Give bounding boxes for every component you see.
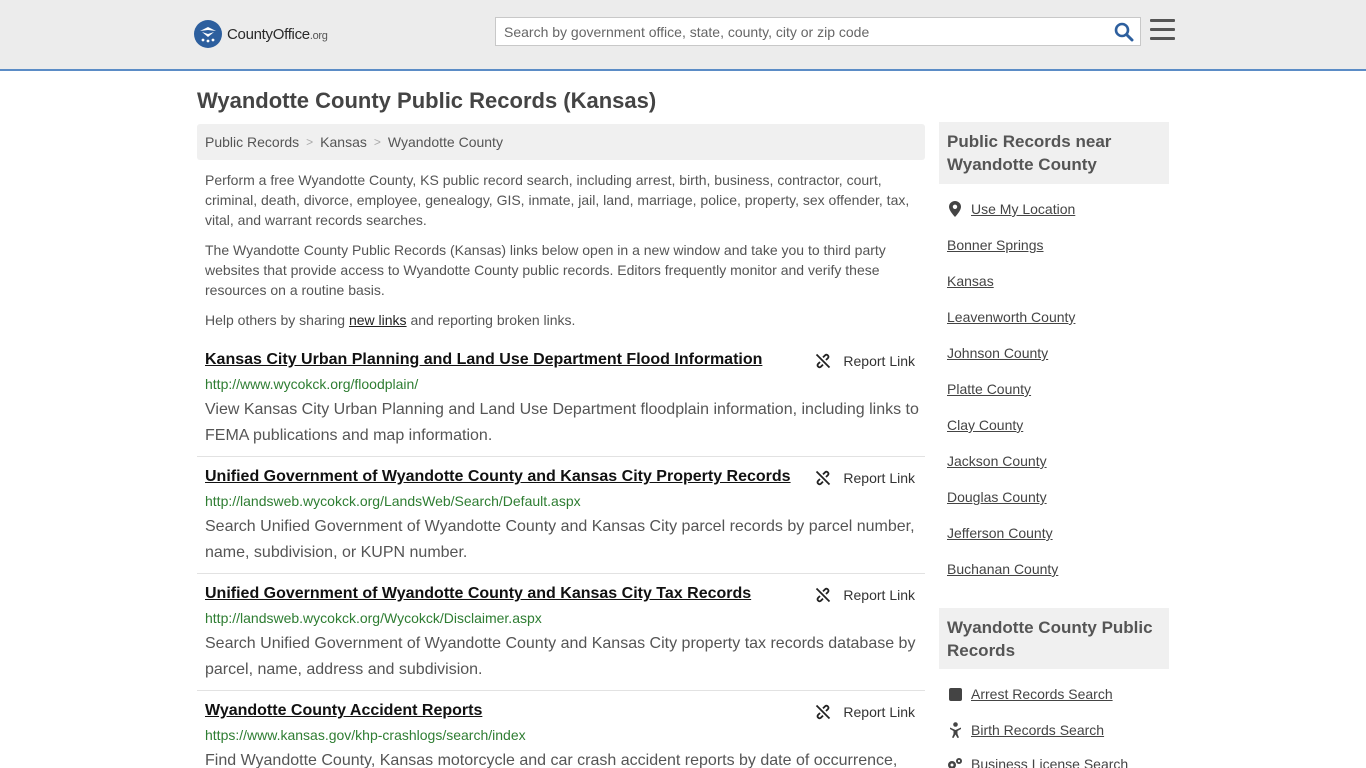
breadcrumb-public-records[interactable]: Public Records — [205, 134, 299, 150]
record-title-link[interactable]: Unified Government of Wyandotte County a… — [205, 468, 791, 486]
record-title-link[interactable]: Wyandotte County Accident Reports — [205, 702, 482, 720]
breadcrumb: Public Records > Kansas > Wyandotte Coun… — [197, 124, 925, 160]
intro-help-text: Help others by sharing — [205, 312, 349, 328]
use-my-location-link[interactable]: Use My Location — [947, 201, 1075, 217]
map-marker-icon — [947, 201, 963, 217]
record-description: View Kansas City Urban Planning and Land… — [205, 401, 919, 444]
logo-text: CountyOffice.org — [227, 26, 328, 43]
report-link-label: Report Link — [843, 353, 915, 369]
sidebar-nearby-link[interactable]: Jefferson County — [947, 525, 1053, 541]
site-logo[interactable]: CountyOffice.org — [194, 20, 328, 48]
breadcrumb-kansas[interactable]: Kansas — [320, 134, 367, 150]
sidebar-nearby-link[interactable]: Johnson County — [947, 345, 1048, 361]
broken-link-icon — [816, 587, 831, 603]
report-link-button[interactable]: Report Link — [815, 353, 915, 369]
record-title-link[interactable]: Unified Government of Wyandotte County a… — [205, 585, 751, 603]
report-link-button[interactable]: Report Link — [815, 704, 915, 720]
birth-records-link[interactable]: Birth Records Search — [947, 722, 1104, 738]
broken-link-icon — [816, 704, 831, 720]
sidebar-county-heading: Wyandotte County Public Records — [939, 608, 1169, 669]
record-item: Unified Government of Wyandotte County a… — [197, 468, 925, 574]
intro-paragraph-1: Perform a free Wyandotte County, KS publ… — [205, 172, 910, 228]
intro-paragraph-3: Help others by sharing new links and rep… — [205, 310, 917, 330]
breadcrumb-separator: > — [373, 135, 381, 149]
report-link-label: Report Link — [843, 470, 915, 486]
use-my-location-label: Use My Location — [971, 201, 1076, 217]
record-item: Kansas City Urban Planning and Land Use … — [197, 351, 925, 457]
arrest-records-link[interactable]: Arrest Records Search — [947, 686, 1113, 702]
report-link-label: Report Link — [843, 704, 915, 720]
arrest-records-label: Arrest Records Search — [971, 686, 1113, 702]
record-item: Wyandotte County Accident Reports Report… — [197, 702, 925, 768]
birth-records-label: Birth Records Search — [971, 722, 1105, 738]
record-url[interactable]: http://www.wycokck.org/floodplain/ — [205, 376, 418, 392]
record-description: Search Unified Government of Wyandotte C… — [205, 518, 915, 561]
gears-icon — [947, 756, 963, 768]
sidebar-nearby-link[interactable]: Clay County — [947, 417, 1023, 433]
breadcrumb-current: Wyandotte County — [387, 134, 503, 150]
site-header: CountyOffice.org — [0, 0, 1366, 71]
sidebar-nearby-heading: Public Records near Wyandotte County — [939, 122, 1169, 184]
intro-paragraph-2: The Wyandotte County Public Records (Kan… — [205, 242, 886, 298]
logo-main-text: CountyOffice — [227, 25, 310, 43]
logo-suffix-text: .org — [309, 29, 328, 42]
new-links-link[interactable]: new links — [349, 312, 407, 328]
search-box — [495, 17, 1141, 46]
intro-help-text-end: and reporting broken links. — [406, 312, 576, 328]
square-icon — [947, 686, 963, 702]
record-description: Find Wyandotte County, Kansas motorcycle… — [205, 752, 898, 768]
business-license-link[interactable]: Business License Search — [947, 756, 1128, 768]
record-title-link[interactable]: Kansas City Urban Planning and Land Use … — [205, 351, 762, 369]
record-url[interactable]: http://landsweb.wycokck.org/LandsWeb/Sea… — [205, 493, 581, 509]
sidebar-nearby-link[interactable]: Buchanan County — [947, 561, 1058, 577]
report-link-button[interactable]: Report Link — [815, 587, 915, 603]
logo-emblem-icon — [194, 20, 222, 48]
search-button[interactable] — [1114, 22, 1134, 42]
business-license-label: Business License Search — [971, 756, 1129, 768]
search-input[interactable] — [496, 18, 1106, 45]
baby-icon — [947, 722, 963, 738]
report-link-button[interactable]: Report Link — [815, 470, 915, 486]
record-description: Search Unified Government of Wyandotte C… — [205, 635, 916, 678]
record-url[interactable]: https://www.kansas.gov/khp-crashlogs/sea… — [205, 727, 526, 743]
page-title: Wyandotte County Public Records (Kansas) — [197, 88, 657, 113]
hamburger-menu-icon[interactable] — [1150, 19, 1175, 41]
record-item: Unified Government of Wyandotte County a… — [197, 585, 925, 691]
sidebar-nearby-link[interactable]: Platte County — [947, 381, 1031, 397]
record-url[interactable]: http://landsweb.wycokck.org/Wycokck/Disc… — [205, 610, 542, 626]
broken-link-icon — [816, 353, 831, 369]
sidebar-nearby-link[interactable]: Jackson County — [947, 453, 1047, 469]
search-icon — [1114, 22, 1134, 42]
sidebar-nearby-link[interactable]: Kansas — [947, 273, 994, 289]
report-link-label: Report Link — [843, 587, 915, 603]
sidebar-nearby-link[interactable]: Leavenworth County — [947, 309, 1075, 325]
sidebar-nearby-link[interactable]: Douglas County — [947, 489, 1047, 505]
broken-link-icon — [816, 470, 831, 486]
sidebar-nearby-link[interactable]: Bonner Springs — [947, 237, 1044, 253]
breadcrumb-separator: > — [306, 135, 314, 149]
